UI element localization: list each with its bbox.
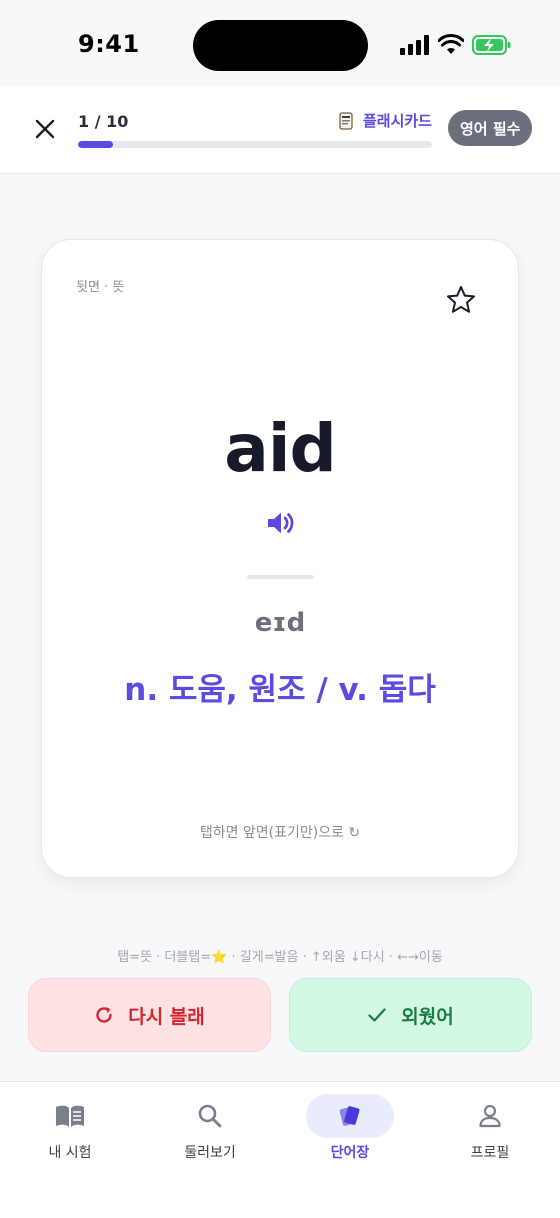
progress-bar-fill: [78, 141, 114, 148]
dynamic-island: [193, 20, 368, 71]
search-icon: [166, 1094, 254, 1138]
tab-my-exams-label: 내 시험: [48, 1145, 92, 1161]
flashcard[interactable]: 뒷면 · 뜻 aid eɪd n. 도움, 원조 / v. 돕다 탭하면 앞면(…: [41, 239, 519, 878]
flip-hint: 탭하면 앞면(표기만)으로 ↻: [199, 825, 361, 841]
wifi-icon: [438, 34, 464, 54]
tab-browse[interactable]: 둘러보기: [140, 1082, 280, 1182]
study-again-button[interactable]: 다시 볼래: [28, 978, 271, 1052]
card-meaning: n. 도움, 원조 / v. 돕다: [124, 672, 436, 708]
card-side-label: 뒷면 · 뜻: [76, 280, 125, 295]
tab-browse-label: 둘러보기: [184, 1145, 236, 1161]
battery-charging-icon: [472, 35, 511, 55]
status-bar: 9:41: [0, 0, 560, 86]
status-time: 9:41: [78, 30, 140, 58]
user-icon: [446, 1094, 534, 1138]
card-pronunciation: eɪd: [254, 608, 306, 638]
tab-wordbook[interactable]: 단어장: [280, 1082, 420, 1182]
tab-bar: 내 시험 둘러보기 단어장 프로필: [0, 1081, 560, 1218]
study-again-label: 다시 볼래: [128, 1005, 205, 1028]
tab-profile[interactable]: 프로필: [420, 1082, 560, 1182]
card-divider: [247, 575, 314, 579]
study-mode-label: 플래시카드: [362, 112, 432, 130]
pronounce-button[interactable]: [264, 507, 296, 539]
tab-my-exams[interactable]: 내 시험: [0, 1082, 140, 1182]
shortcuts-hint: 탭=뜻 · 더블탭=⭐ · 길게=발음 · ↑외움 ↓다시 · ←→이동: [117, 950, 443, 965]
deck-chip[interactable]: 영어 필수: [448, 110, 533, 146]
check-icon: [368, 1008, 386, 1022]
star-icon: [447, 286, 475, 313]
progress-bar: [78, 141, 432, 148]
card-word: aid: [224, 410, 336, 487]
favorite-button[interactable]: [445, 284, 479, 318]
study-mode-indicator: 플래시카드: [337, 110, 432, 131]
close-button[interactable]: [28, 112, 62, 146]
progress-counter: 1 / 10: [78, 112, 129, 131]
speaker-icon: [268, 512, 294, 534]
refresh-icon: [96, 1007, 112, 1023]
memorized-button[interactable]: 외웠어: [289, 978, 532, 1052]
close-icon: [35, 119, 55, 139]
study-header: 1 / 10 플래시카드 영어 필수: [0, 86, 560, 174]
flashcard-icon: [339, 111, 353, 130]
signal-icon: [400, 35, 429, 55]
tab-wordbook-label: 단어장: [330, 1145, 370, 1161]
cards-icon: [306, 1094, 394, 1138]
book-icon: [26, 1094, 114, 1138]
tab-profile-label: 프로필: [470, 1145, 510, 1161]
memorized-label: 외웠어: [401, 1005, 454, 1028]
